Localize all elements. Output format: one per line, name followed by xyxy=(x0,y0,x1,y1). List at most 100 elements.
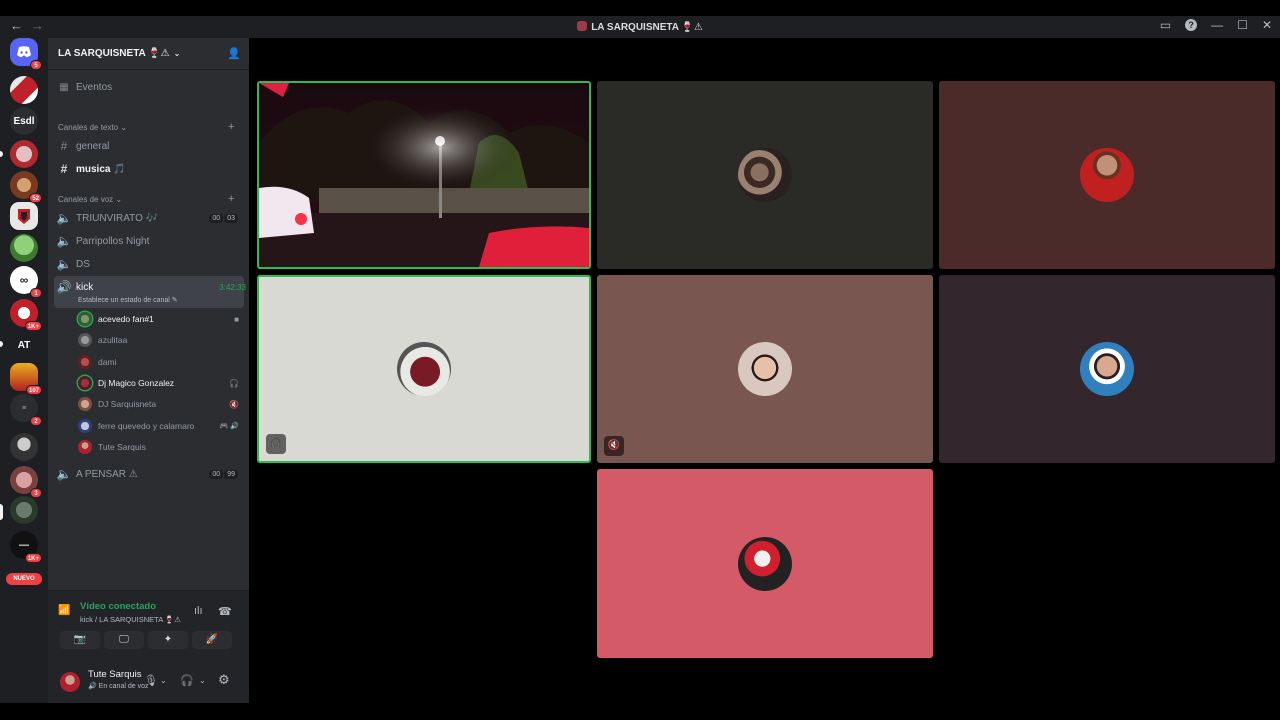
discord-home-icon[interactable]: 5 xyxy=(10,38,42,70)
server-at[interactable]: AT xyxy=(10,331,38,359)
video-tile-user[interactable] xyxy=(939,275,1275,463)
voice-channel-a-pensar[interactable]: 🔈 A PENSAR ⚠ 00 99 xyxy=(56,467,242,481)
calendar-icon: ▦ xyxy=(59,82,69,93)
chevron-down-icon[interactable]: ⌄ xyxy=(160,676,167,685)
settings-gear-icon[interactable]: ⚙ xyxy=(218,672,230,688)
share-screen-button[interactable]: 🖵 xyxy=(104,631,144,649)
camera-feed-image xyxy=(259,83,589,267)
server-rail: 5 Esdl 52 ∞ 1 1K+ AT 107 ≡ 2 3 ▬▬ 1K+ NUEVO xyxy=(0,38,48,703)
user-limit: 00 99 xyxy=(209,469,238,479)
member-row[interactable]: Tute Sarquis xyxy=(78,438,243,456)
inbox-icon[interactable]: ▭ xyxy=(1160,18,1171,32)
avatar xyxy=(78,312,92,326)
close-icon[interactable]: ✕ xyxy=(1262,18,1272,32)
video-tile-speaking[interactable]: 🎧 xyxy=(257,275,591,463)
user-limit: 00 03 xyxy=(209,213,238,223)
server-icon[interactable] xyxy=(10,202,38,230)
video-tile-user[interactable] xyxy=(597,469,933,658)
category-voice[interactable]: Canales de voz ⌄ + xyxy=(58,193,234,205)
connection-status[interactable]: Vídeo conectado xyxy=(80,601,156,612)
minimize-icon[interactable]: — xyxy=(1211,18,1223,32)
voice-channel-triunvirato[interactable]: 🔈 TRIUNVIRATO 🎶 00 03 xyxy=(56,211,242,225)
chevron-down-icon: ⌄ xyxy=(115,195,123,204)
server-icon[interactable]: ▬▬ 1K+ xyxy=(10,531,42,563)
server-icon xyxy=(577,21,588,31)
soundboard-icon[interactable]: ılı xyxy=(194,605,203,617)
channel-musica[interactable]: # musica 🎵 xyxy=(56,162,242,176)
member-row[interactable]: ferre quevedo y calamaro 🎮 🔊 xyxy=(78,417,243,435)
server-icon[interactable]: ≡ 2 xyxy=(10,394,42,426)
disconnect-icon[interactable]: ☎ xyxy=(218,605,232,618)
server-icon[interactable] xyxy=(10,140,38,168)
speaker-icon: 🔈 xyxy=(56,211,72,225)
member-row[interactable]: DJ Sarquisneta 🔇 xyxy=(78,395,243,413)
home-badge: 5 xyxy=(30,60,42,70)
speaker-icon: 🔈 xyxy=(56,257,72,271)
server-icon[interactable]: ∞ 1 xyxy=(10,266,42,298)
server-icon[interactable] xyxy=(10,496,38,524)
member-row[interactable]: dami xyxy=(78,353,243,371)
channel-general[interactable]: # general xyxy=(56,139,242,153)
activities-button[interactable]: ✦ xyxy=(148,631,188,649)
category-text[interactable]: Canales de texto ⌄ + xyxy=(58,121,234,133)
headphones-icon: 🎧 xyxy=(266,434,286,454)
speaker-icon: 🔈 xyxy=(56,234,72,248)
avatar xyxy=(1080,342,1134,396)
maximize-icon[interactable]: ☐ xyxy=(1237,18,1248,32)
add-channel-icon[interactable]: + xyxy=(228,121,234,133)
voice-channel-parripollos[interactable]: 🔈 Parripollos Night xyxy=(56,234,242,248)
voice-channel-ds[interactable]: 🔈 DS xyxy=(56,257,242,271)
add-user-icon[interactable]: 👤 xyxy=(227,47,241,60)
window-controls: ▭ ? — ☐ ✕ xyxy=(1160,18,1272,32)
server-icon[interactable]: 3 xyxy=(10,466,42,498)
connection-location[interactable]: kick / LA SARQUISNETA 🍷⚠ xyxy=(80,615,181,624)
user-avatar[interactable] xyxy=(60,672,80,692)
video-tile-user[interactable]: 🔇 xyxy=(597,275,933,463)
member-row[interactable]: azulitaa xyxy=(78,331,243,349)
server-name: LA SARQUISNETA 🍷⚠ xyxy=(58,48,170,59)
avatar xyxy=(738,148,792,202)
new-badge[interactable]: NUEVO xyxy=(6,573,42,585)
active-channel-row: 🔊 kick 3:42:33 xyxy=(56,280,246,294)
server-esdl[interactable]: Esdl xyxy=(10,107,38,135)
chevron-down-icon: ⌄ xyxy=(120,123,127,132)
headphones-muted-icon: 🎧 xyxy=(229,378,239,388)
hash-icon: # xyxy=(60,162,68,176)
user-name[interactable]: Tute Sarquis xyxy=(88,669,142,680)
activity-icon: 🎮 🔊 xyxy=(219,423,239,430)
server-icon[interactable] xyxy=(10,234,38,262)
member-row[interactable]: acevedo fan#1 ■ xyxy=(78,310,243,328)
camera-off-button[interactable]: 📷 xyxy=(60,631,100,649)
events-item[interactable]: ▦ Eventos xyxy=(56,82,242,93)
unread-pill xyxy=(0,151,3,157)
server-icon[interactable]: 107 xyxy=(10,363,42,395)
video-tile-user[interactable] xyxy=(597,81,933,269)
server-header[interactable]: LA SARQUISNETA 🍷⚠ ⌄ 👤 xyxy=(48,38,249,70)
server-icon[interactable]: 52 xyxy=(10,171,42,203)
soundboard-button[interactable]: 🚀 xyxy=(192,631,232,649)
help-icon[interactable]: ? xyxy=(1185,19,1198,31)
server-icon[interactable] xyxy=(10,433,38,461)
server-icon[interactable] xyxy=(10,76,38,104)
user-panel: Tute Sarquis 🔊 En canal de voz 🎙 ⌄ 🎧 ⌄ ⚙ xyxy=(48,662,249,703)
title-bar: ← → LA SARQUISNETA 🍷⚠ ▭ ? — ☐ ✕ xyxy=(0,16,1280,38)
avatar xyxy=(738,536,792,591)
add-channel-icon[interactable]: + xyxy=(228,193,234,205)
video-tile-camera[interactable] xyxy=(257,81,591,269)
hash-icon: # xyxy=(60,139,68,153)
speaker-icon: 🔊 xyxy=(56,280,72,294)
user-status: 🔊 En canal de voz xyxy=(88,683,149,690)
set-channel-status[interactable]: Establece un estado de canal ✎ xyxy=(78,296,178,304)
headphones-icon[interactable]: 🎧 xyxy=(180,674,194,687)
channel-sidebar: LA SARQUISNETA 🍷⚠ ⌄ 👤 ▦ Eventos Canales … xyxy=(48,38,249,703)
signal-icon[interactable]: 📶 xyxy=(58,605,70,616)
avatar xyxy=(1080,148,1134,202)
microphone-icon[interactable]: 🎙 xyxy=(144,674,158,687)
member-row[interactable]: Dj Magico Gonzalez 🎧 xyxy=(78,374,243,392)
video-tile-user[interactable] xyxy=(939,81,1275,269)
mic-muted-icon: 🔇 xyxy=(604,436,624,456)
avatar xyxy=(78,333,92,347)
server-icon[interactable]: 1K+ xyxy=(10,299,42,331)
chevron-down-icon[interactable]: ⌄ xyxy=(199,676,206,685)
avatar xyxy=(78,355,92,369)
